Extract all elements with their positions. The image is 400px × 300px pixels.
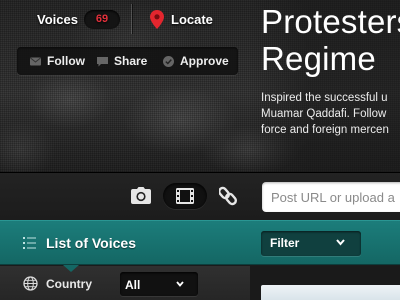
link-icon[interactable] [219,186,237,206]
voices-count-badge: 69 [83,10,120,29]
film-icon [176,188,194,204]
share-button[interactable]: Share [97,54,147,68]
envelope-icon [30,57,41,65]
headline-line: Protesters [261,3,400,40]
map-pin-icon [150,10,164,29]
follow-label: Follow [47,54,85,68]
approve-label: Approve [180,54,229,68]
country-select[interactable]: All [120,272,198,296]
headline-line: Regime [261,40,376,77]
approve-button[interactable]: Approve [163,54,229,68]
chevron-down-icon [336,239,345,246]
country-selected-value: All [125,278,141,292]
nav-divider [131,4,132,34]
locate-link[interactable]: Locate [150,10,213,29]
summary-line: Muamar Qaddafi. Follow [261,108,387,120]
summary-line: Inspired the successful u [261,92,388,104]
country-label: Country [46,277,92,291]
chevron-down-icon [176,281,184,287]
summary-line: force and foreign mercen [261,124,389,136]
list-title: List of Voices [46,235,136,251]
voices-link[interactable]: Voices 69 [37,10,120,29]
list-icon [23,237,36,249]
post-toolbar [0,172,400,220]
share-label: Share [114,54,148,68]
story-summary: Inspired the successful u Muamar Qaddafi… [261,90,400,138]
story-headline[interactable]: Protesters Regime [261,3,400,77]
globe-icon [23,276,38,291]
speech-bubble-icon [97,56,108,66]
story-thumbnail[interactable] [261,285,400,300]
post-url-input[interactable] [262,182,400,212]
follow-button[interactable]: Follow [30,54,85,68]
video-button[interactable] [163,183,207,209]
camera-icon[interactable] [131,187,151,205]
check-circle-icon [163,55,174,67]
voices-list-header: List of Voices Filter [0,220,400,265]
voices-label: Voices [37,12,78,27]
story-actions: Follow Share Approve [17,47,238,75]
locate-label: Locate [171,12,213,27]
filter-label: Filter [270,236,300,250]
tab-pointer [63,265,79,272]
filter-dropdown[interactable]: Filter [261,231,361,256]
